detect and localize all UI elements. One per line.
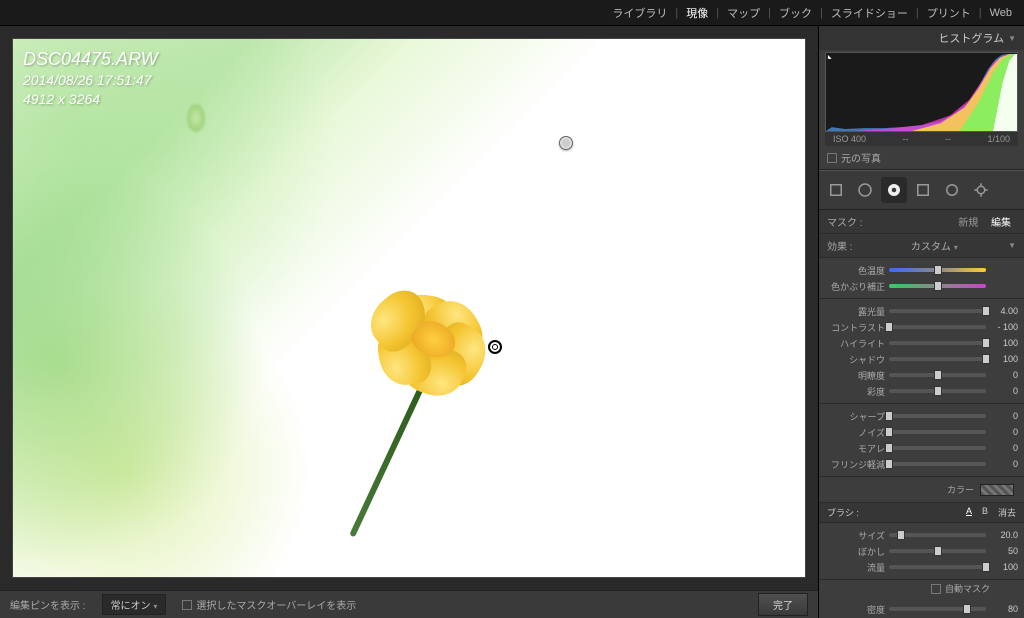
shutter-value: 1/100 — [987, 134, 1010, 144]
slider-コントラスト[interactable]: コントラスト- 100 — [825, 319, 1018, 335]
automask-checkbox[interactable] — [931, 584, 941, 594]
viewer-toolbar: 編集ピンを表示 : 常にオン ▾ 選択したマスクオーバーレイを表示 完了 — [0, 590, 818, 618]
slider-彩度[interactable]: 彩度0 — [825, 383, 1018, 399]
image-canvas[interactable]: DSC04475.ARW 2014/08/26 17:51:47 4912 x … — [0, 26, 818, 590]
slider-サイズ[interactable]: サイズ20.0 — [825, 527, 1018, 543]
radial-tool[interactable] — [939, 177, 965, 203]
brush-sliders: サイズ20.0ぼかし50流量100 — [819, 523, 1024, 580]
slider-シャドウ[interactable]: シャドウ100 — [825, 351, 1018, 367]
iso-value: ISO 400 — [833, 134, 866, 144]
slider-露光量[interactable]: 露光量4.00 — [825, 303, 1018, 319]
aperture-value: -- — [945, 134, 951, 144]
nav-web[interactable]: Web — [982, 7, 1020, 19]
edit-pin[interactable] — [559, 136, 573, 150]
slider-色温度[interactable]: 色温度 — [825, 262, 1018, 278]
focal-value: -- — [903, 134, 909, 144]
brush-tool[interactable] — [968, 177, 994, 203]
slider-流量[interactable]: 流量100 — [825, 559, 1018, 575]
pins-show-label: 編集ピンを表示 : — [10, 597, 86, 612]
effect-preset-dropdown[interactable]: カスタム ▾ — [903, 238, 958, 253]
histogram[interactable] — [825, 52, 1018, 132]
info-filename: DSC04475.ARW — [23, 47, 158, 71]
slider-密度[interactable]: 密度80 — [825, 601, 1018, 617]
mask-edit[interactable]: 編集 — [986, 218, 1016, 229]
detail-sliders: シャープ0ノイズ0モアレ0フリンジ軽減0 — [819, 404, 1024, 477]
info-datetime: 2014/08/26 17:51:47 — [23, 71, 158, 90]
brush-a[interactable]: A — [966, 506, 972, 519]
top-navigation: ライブラリ| 現像| マップ| ブック| スライドショー| プリント| Web — [0, 0, 1024, 26]
chevron-down-icon[interactable]: ▼ — [1008, 241, 1016, 250]
nav-slideshow[interactable]: スライドショー — [823, 5, 916, 21]
grad-tool[interactable] — [910, 177, 936, 203]
automask-label: 自動マスク — [945, 582, 990, 595]
color-sliders: 色温度色かぶり補正 — [819, 258, 1024, 299]
slider-シャープ[interactable]: シャープ0 — [825, 408, 1018, 424]
tool-strip — [819, 170, 1024, 210]
nav-map[interactable]: マップ — [719, 5, 768, 21]
histogram-meta: ISO 400 -- -- 1/100 — [825, 132, 1018, 146]
histogram-header[interactable]: ヒストグラム▼ — [819, 26, 1024, 50]
slider-ぼかし[interactable]: ぼかし50 — [825, 543, 1018, 559]
redeye-tool[interactable] — [881, 177, 907, 203]
pins-mode-select[interactable]: 常にオン ▾ — [102, 594, 167, 615]
image-viewer: DSC04475.ARW 2014/08/26 17:51:47 4912 x … — [0, 26, 818, 618]
spot-tool[interactable] — [852, 177, 878, 203]
brush-erase[interactable]: 消去 — [998, 506, 1016, 519]
crop-tool[interactable] — [823, 177, 849, 203]
slider-フリンジ軽減[interactable]: フリンジ軽減0 — [825, 456, 1018, 472]
density-slider: 密度80 — [819, 597, 1024, 618]
right-panel: ヒストグラム▼ ISO 400 -- -- 1/100 元の写真 — [818, 26, 1024, 618]
mask-section-header: マスク : 新規 編集 — [819, 210, 1024, 234]
brush-b[interactable]: B — [982, 506, 988, 519]
overlay-label: 選択したマスクオーバーレイを表示 — [196, 597, 356, 612]
mask-new[interactable]: 新規 — [953, 218, 983, 229]
effect-section-header: 効果 : カスタム ▾ ▼ — [819, 234, 1024, 258]
slider-ハイライト[interactable]: ハイライト100 — [825, 335, 1018, 351]
brush-header: ブラシ : A B 消去 — [819, 503, 1024, 523]
slider-明瞭度[interactable]: 明瞭度0 — [825, 367, 1018, 383]
nav-book[interactable]: ブック — [771, 5, 820, 21]
slider-ノイズ[interactable]: ノイズ0 — [825, 424, 1018, 440]
info-dimensions: 4912 x 3264 — [23, 90, 158, 109]
tone-sliders: 露光量4.00コントラスト- 100ハイライト100シャドウ100明瞭度0彩度0 — [819, 299, 1024, 404]
done-button[interactable]: 完了 — [758, 593, 808, 616]
slider-モアレ[interactable]: モアレ0 — [825, 440, 1018, 456]
original-photo-toggle[interactable]: 元の写真 — [819, 146, 1024, 170]
nav-print[interactable]: プリント — [919, 5, 979, 21]
original-checkbox[interactable] — [827, 153, 837, 163]
color-picker-row: カラー — [819, 477, 1024, 503]
slider-色かぶり補正[interactable]: 色かぶり補正 — [825, 278, 1018, 294]
color-swatch[interactable] — [980, 484, 1014, 496]
nav-develop[interactable]: 現像 — [678, 5, 716, 21]
nav-library[interactable]: ライブラリ — [604, 5, 675, 21]
image-info-overlay: DSC04475.ARW 2014/08/26 17:51:47 4912 x … — [23, 47, 158, 109]
overlay-checkbox[interactable] — [182, 600, 192, 610]
